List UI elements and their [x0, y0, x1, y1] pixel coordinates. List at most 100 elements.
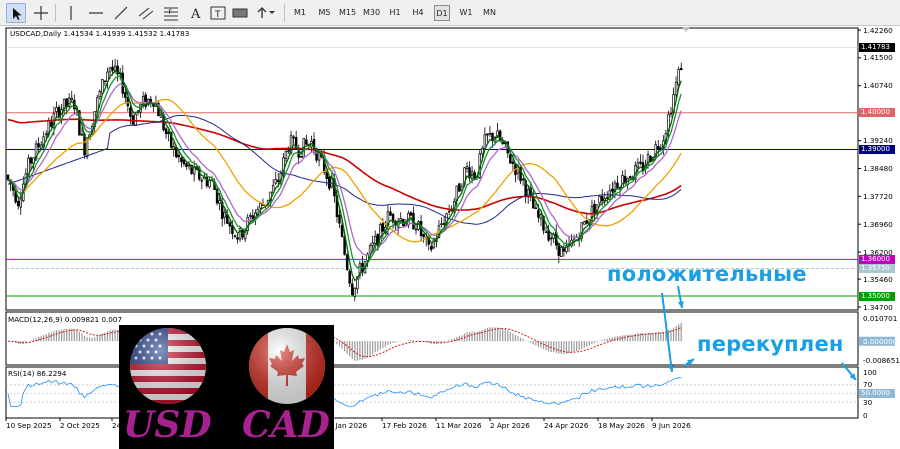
candle-body: [185, 163, 188, 167]
trading-terminal: F A T M1 M5 M15 M30 H1 H4 D1 W1 MN USDCAD,Daily …: [0, 0, 900, 449]
candle-body: [129, 107, 132, 117]
chart-window[interactable]: USDCAD,Daily 1.41534 1.41939 1.41532 1.4…: [0, 25, 900, 449]
cursor-icon[interactable]: [6, 3, 26, 23]
date-axis-label: 9 Jun 2026: [652, 421, 691, 430]
candle-body: [124, 92, 127, 98]
price-axis-label: 1.41500: [863, 53, 893, 63]
candle-body: [44, 133, 48, 136]
timeframe-m1[interactable]: M1: [292, 5, 308, 21]
candle-body: [585, 219, 589, 224]
candle-body: [353, 287, 357, 297]
candle-body: [511, 161, 515, 164]
timeframe-h1[interactable]: H1: [387, 5, 403, 21]
candle-body: [70, 97, 73, 101]
timeframe-h4[interactable]: H4: [410, 5, 426, 21]
candle-body: [544, 231, 548, 233]
macd-axis-label: 0.010701: [863, 313, 898, 323]
candle-body: [611, 188, 614, 192]
candle-body: [498, 130, 502, 142]
candle-body: [249, 215, 252, 217]
candle-body: [218, 200, 221, 204]
timeframe-w1[interactable]: W1: [458, 5, 474, 21]
candle-body: [338, 214, 341, 224]
candle-body: [483, 134, 487, 149]
trendline-icon[interactable]: [111, 3, 131, 23]
candle-body: [19, 198, 23, 208]
candle-body: [371, 242, 374, 246]
candle-body: [488, 132, 492, 135]
svg-text:T: T: [214, 10, 221, 20]
candle-body: [55, 107, 58, 112]
fibonacci-icon[interactable]: F: [161, 3, 181, 23]
level-tag-1.41783: 1.41783: [859, 42, 895, 52]
candle-body: [616, 182, 619, 188]
candle-body: [236, 237, 239, 240]
timeframe-m30[interactable]: M30: [362, 5, 381, 21]
candle-body: [389, 211, 392, 216]
candle-body: [537, 209, 540, 218]
toolbar-separator: [55, 4, 56, 22]
candle-body: [172, 146, 176, 150]
date-axis-label: 24 Apr 2026: [544, 421, 589, 430]
candle-body: [6, 174, 10, 180]
candle-body: [562, 248, 566, 252]
chart-symbol-info: USDCAD,Daily 1.41534 1.41939 1.41532 1.4…: [10, 29, 190, 38]
candle-body: [409, 212, 413, 216]
timeframe-m5[interactable]: M5: [316, 5, 333, 21]
candle-body: [180, 157, 183, 163]
candle-body: [656, 146, 660, 150]
date-axis-label: 18 May 2026: [598, 421, 645, 430]
price-axis-label: 1.36960: [863, 219, 893, 229]
candle-body: [641, 162, 645, 172]
level-tag-1.39000: 1.39000: [859, 144, 895, 154]
toolbar: F A T M1 M5 M15 M30 H1 H4 D1 W1 MN: [0, 0, 900, 26]
candle-body: [29, 157, 33, 164]
macd-label: MACD(12,26,9) 0.009821 0.007: [8, 315, 123, 324]
candle-body: [305, 139, 308, 145]
rsi-label: RSI(14) 86.2294: [8, 369, 67, 378]
vertical-line-icon[interactable]: [61, 3, 81, 23]
candle-body: [481, 147, 484, 155]
candle-body: [679, 67, 683, 71]
candle-body: [164, 128, 168, 135]
price-axis-label: 1.42260: [863, 25, 893, 35]
candle-body: [458, 183, 461, 192]
crosshair-icon[interactable]: [31, 3, 51, 23]
timeframe-d1[interactable]: D1: [434, 5, 450, 21]
candle-body: [85, 140, 89, 158]
candle-body: [80, 133, 84, 136]
candle-body: [636, 162, 640, 168]
candle-body: [373, 235, 377, 244]
date-axis-label: 11 Mar 2026: [436, 421, 482, 430]
candle-body: [447, 210, 451, 213]
candle-body: [598, 195, 601, 204]
timeframe-mn[interactable]: MN: [481, 5, 498, 21]
candle-body: [65, 98, 68, 107]
text-label-icon[interactable]: T: [208, 3, 228, 23]
candle-body: [287, 150, 290, 153]
text-icon[interactable]: A: [186, 3, 206, 23]
base-currency-label: USD: [123, 404, 212, 446]
candle-body: [639, 161, 642, 164]
candle-body: [583, 221, 586, 225]
horizontal-line-icon[interactable]: [86, 3, 106, 23]
candle-body: [430, 246, 433, 250]
candle-body: [300, 155, 303, 158]
timeframe-m15[interactable]: M15: [338, 5, 357, 21]
date-axis-label: 2 Oct 2025: [60, 421, 100, 430]
rsi-axis-label: 30: [863, 397, 873, 407]
equidistant-channel-icon[interactable]: [136, 3, 156, 23]
date-axis-label: 2 Apr 2026: [490, 421, 530, 430]
candle-body: [539, 214, 543, 220]
candle-body: [351, 283, 354, 295]
candle-body: [440, 223, 443, 225]
candle-body: [381, 222, 385, 232]
arrows-icon[interactable]: [254, 3, 275, 23]
rectangle-icon[interactable]: [230, 3, 250, 23]
candle-body: [628, 176, 632, 179]
candle-body: [200, 179, 204, 182]
candle-body: [674, 82, 678, 96]
candle-body: [108, 67, 112, 73]
rsi-level-tag: 50.0000: [859, 389, 895, 398]
candle-body: [317, 153, 321, 161]
